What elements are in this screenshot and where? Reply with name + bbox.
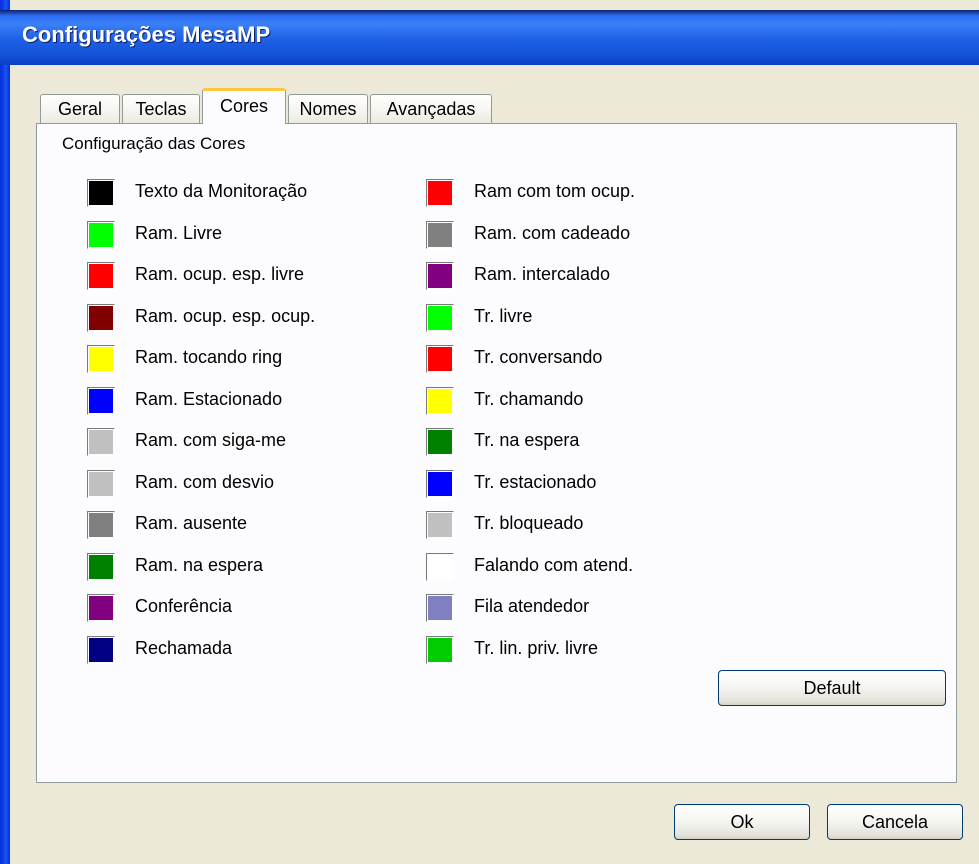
color-swatch[interactable] [87,428,115,456]
color-label: Ram. Livre [135,222,223,243]
settings-window: Configurações MesaMP Geral Teclas Cores … [0,0,979,864]
color-fill [428,222,452,247]
color-label: Ram. ocup. esp. livre [135,264,305,284]
colors-panel: Configuração das Cores Texto da Monitora… [36,123,957,783]
color-label: Ram. com desvio [135,471,275,492]
dialog-client-area: Geral Teclas Cores Nomes Avançadas Confi… [10,65,979,864]
color-label: Ram. intercalado [474,264,611,284]
color-swatch[interactable] [87,511,115,539]
color-label: Ram. Estacionado [135,388,283,409]
color-fill [428,513,452,537]
window-left-border [0,0,10,864]
color-label: Ram. com siga-me [135,430,287,450]
tab-avancadas[interactable]: Avançadas [370,94,492,123]
color-label: Tr. estacionado [474,471,597,492]
color-swatch[interactable] [426,179,454,207]
color-fill [428,264,452,288]
color-label: Tr. conversando [474,347,603,367]
color-label: Ram. com cadeado [474,222,631,243]
color-fill [428,347,452,371]
color-label: Rechamada [135,637,233,658]
color-swatch[interactable] [426,469,454,498]
color-fill [428,430,452,454]
color-fill [428,388,452,413]
color-fill [89,305,113,330]
color-swatch[interactable] [87,386,115,415]
color-label: Conferência [135,596,233,616]
color-swatch[interactable] [426,511,454,539]
group-title: Configuração das Cores [62,134,246,153]
window-title: Configurações MesaMP [22,22,271,47]
title-bar[interactable]: Configurações MesaMP [0,10,979,65]
color-label: Ram. ocup. esp. ocup. [135,305,316,326]
color-swatch[interactable] [426,262,454,290]
color-label: Ram. na espera [135,554,264,575]
tab-nomes[interactable]: Nomes [288,94,368,123]
color-swatch[interactable] [87,469,115,498]
color-fill [89,513,113,537]
color-swatch[interactable] [87,552,115,581]
color-swatch[interactable] [87,345,115,373]
color-fill [428,305,452,330]
color-fill [89,222,113,247]
color-label: Texto da Monitoração [135,181,308,201]
color-label: Falando com atend. [474,554,634,575]
color-swatch[interactable] [426,345,454,373]
color-swatch[interactable] [87,220,115,249]
color-fill [89,388,113,413]
color-swatch[interactable] [87,635,115,664]
color-fill [89,181,113,205]
color-label: Tr. na espera [474,430,580,450]
color-fill [428,596,452,620]
cancel-button[interactable]: Cancela [827,804,963,840]
color-swatch[interactable] [426,428,454,456]
color-fill [89,264,113,288]
color-label: Ram. ausente [135,513,248,533]
color-label: Ram com tom ocup. [474,181,636,201]
color-fill [89,637,113,662]
color-label: Tr. lin. priv. livre [474,637,599,658]
color-swatch[interactable] [87,179,115,207]
color-label: Tr. livre [474,305,533,326]
tab-cores[interactable]: Cores [202,88,286,124]
color-fill [89,347,113,371]
tab-teclas[interactable]: Teclas [122,94,200,123]
color-swatch[interactable] [426,594,454,622]
color-fill [428,637,452,662]
color-fill [89,596,113,620]
color-fill [428,181,452,205]
color-label: Fila atendedor [474,596,590,616]
color-swatch[interactable] [87,262,115,290]
color-swatch[interactable] [87,594,115,622]
tab-geral[interactable]: Geral [40,94,120,123]
color-fill [428,471,452,496]
color-swatch[interactable] [426,635,454,664]
color-swatch[interactable] [87,303,115,332]
color-swatch[interactable] [426,386,454,415]
color-swatch[interactable] [426,220,454,249]
color-label: Tr. bloqueado [474,513,584,533]
color-label: Ram. tocando ring [135,347,283,367]
color-fill [89,430,113,454]
color-fill [89,471,113,496]
color-swatch[interactable] [426,303,454,332]
color-swatch[interactable] [426,552,454,581]
color-label: Tr. chamando [474,388,584,409]
color-fill [428,554,452,579]
color-fill [89,554,113,579]
default-button[interactable]: Default [718,670,946,706]
ok-button[interactable]: Ok [674,804,810,840]
